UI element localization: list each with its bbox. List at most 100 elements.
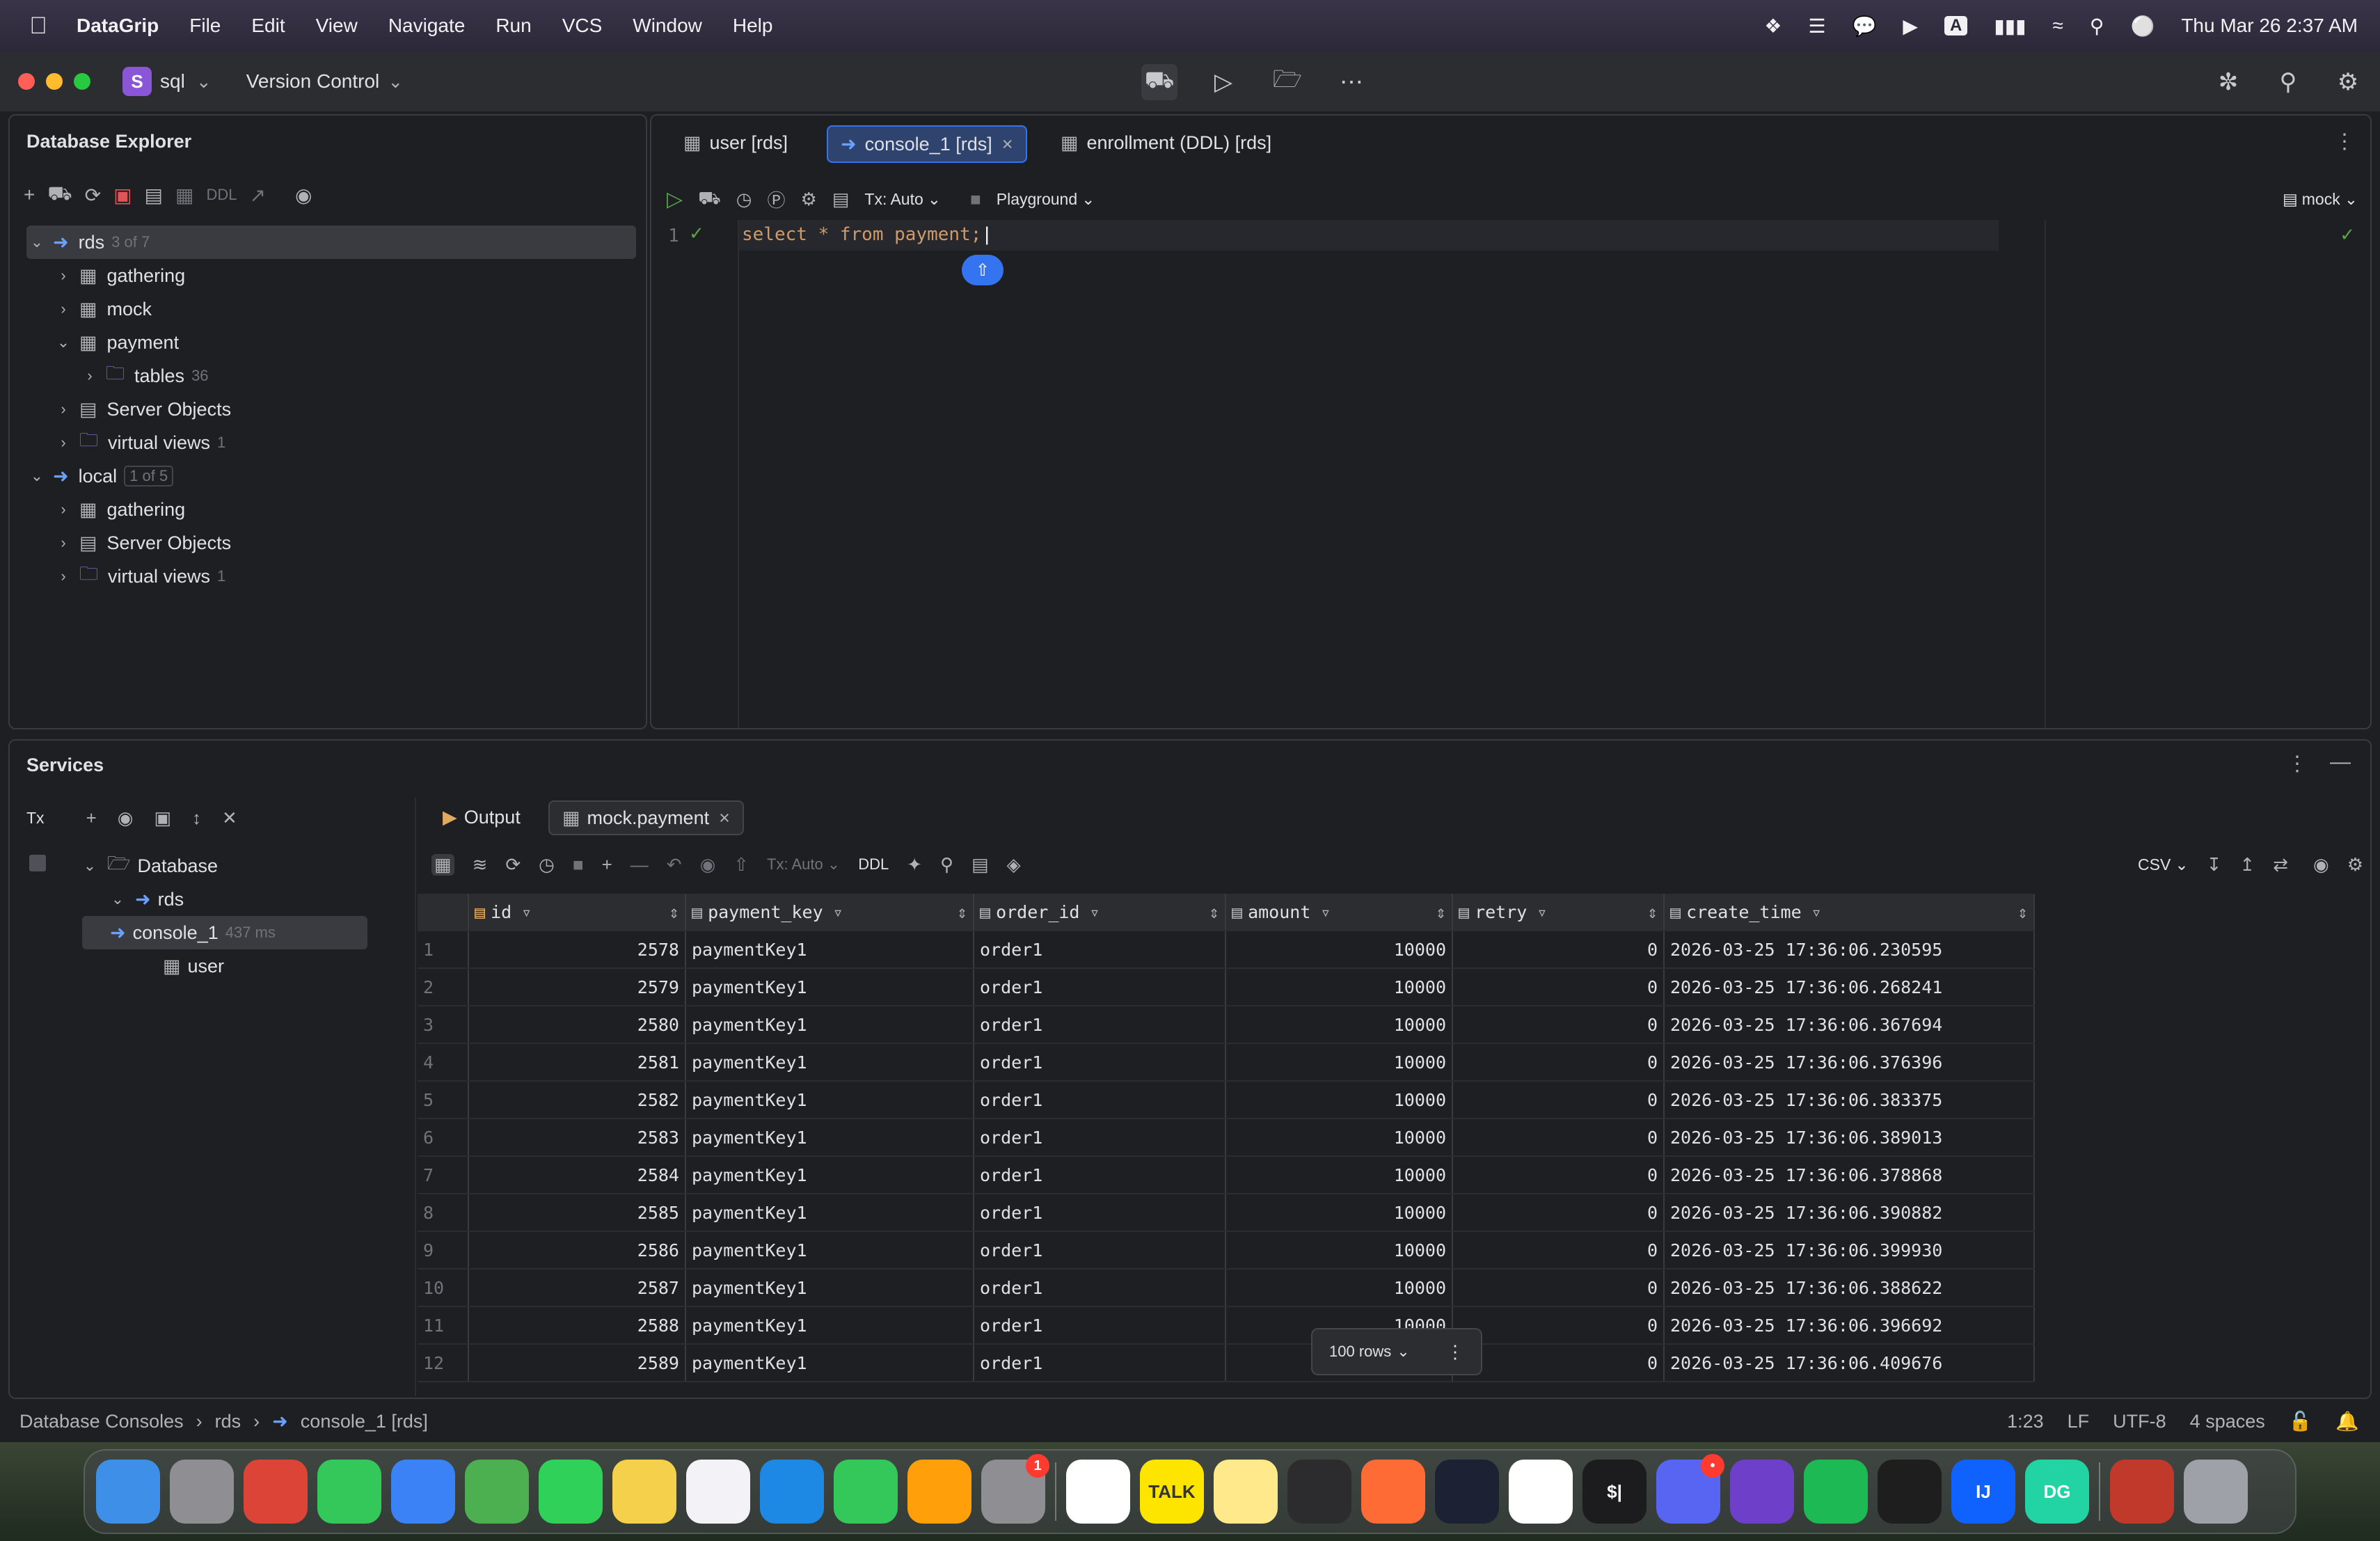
grid-settings-icon[interactable]: ⚙	[2347, 854, 2363, 876]
tree-node-payment[interactable]: ⌄ ▦ payment	[26, 326, 636, 359]
minimize-window-button[interactable]	[46, 73, 63, 90]
more-options-icon[interactable]: ⋯	[1333, 64, 1370, 100]
table-cell[interactable]: 2583	[468, 1119, 686, 1157]
breadcrumb-item[interactable]: Database Consoles	[19, 1411, 184, 1432]
services-icon[interactable]: ▷	[1205, 64, 1241, 100]
history-icon[interactable]: ◷	[736, 189, 752, 210]
tree-node-gathering[interactable]: › ▦ gathering	[26, 259, 636, 292]
search-icon[interactable]: ⚲	[2270, 64, 2306, 100]
table-cell[interactable]: order1	[974, 968, 1226, 1006]
sort-icon[interactable]: ⇕	[1436, 902, 1446, 922]
table-cell[interactable]: order1	[974, 1006, 1226, 1044]
filter-icon[interactable]: ▿	[1537, 902, 1547, 922]
table-cell[interactable]: order1	[974, 1344, 1226, 1382]
view-options-icon[interactable]: ◉	[295, 184, 312, 207]
jump-to-icon[interactable]: ↗	[249, 184, 265, 207]
table-cell[interactable]: 2026-03-25 17:36:06.389013	[1664, 1119, 2035, 1157]
menu-window[interactable]: Window	[633, 15, 702, 37]
menu-navigate[interactable]: Navigate	[388, 15, 466, 37]
column-header-payment-key[interactable]: ▤ payment_key ▿ ⇕	[685, 894, 974, 931]
dock-app-notes-icon[interactable]	[612, 1460, 676, 1524]
table-cell[interactable]: 10000	[1225, 1156, 1453, 1194]
table-cell[interactable]: paymentKey1	[685, 1231, 974, 1270]
dock-app-preview-icon[interactable]	[2110, 1460, 2174, 1524]
dock-app-vs-code-icon[interactable]	[1509, 1460, 1573, 1524]
rows-count-popup[interactable]: 100 rows ⌄ ⋮	[1311, 1328, 1482, 1375]
table-cell[interactable]: order1	[974, 1269, 1226, 1307]
commit-icon[interactable]: Ⓟ	[767, 187, 785, 212]
preview-changes-icon[interactable]: ◉	[700, 854, 716, 876]
table-cell[interactable]: 2589	[468, 1344, 686, 1382]
tree-node-local[interactable]: ⌄ ➜ local 1 of 5	[26, 459, 636, 493]
column-header-id[interactable]: ▤ id ▿ ⇕	[468, 894, 686, 931]
tab-enrollment-ddl[interactable]: ▦ enrollment (DDL) [rds]	[1048, 125, 1284, 160]
disconnect-icon[interactable]: ▣	[113, 184, 132, 207]
table-cell[interactable]: 10000	[1225, 1119, 1453, 1157]
table-cell[interactable]: 2026-03-25 17:36:06.376396	[1664, 1043, 2035, 1082]
table-row[interactable]: 5 2582 paymentKey1 order1 10000 0 2026-03-25 1…	[418, 1081, 2035, 1119]
dock-app-pages-icon[interactable]	[907, 1460, 971, 1524]
filter-icon[interactable]: ▿	[1811, 902, 1822, 922]
table-cell[interactable]: order1	[974, 1306, 1226, 1345]
wifi-icon[interactable]: ≈	[2053, 15, 2063, 37]
revert-icon[interactable]: ↶	[667, 854, 682, 876]
table-cell[interactable]: paymentKey1	[685, 1006, 974, 1044]
tree-node-server-objects[interactable]: › ▤ Server Objects	[26, 526, 636, 560]
download-icon[interactable]: ↧	[2207, 854, 2222, 876]
figma-menubar-icon[interactable]: ❖	[1764, 15, 1782, 38]
menu-edit[interactable]: Edit	[251, 15, 285, 37]
explain-plan-icon[interactable]: ⛟	[698, 187, 721, 212]
filter-icon[interactable]: ▿	[833, 902, 843, 922]
table-cell[interactable]: paymentKey1	[685, 1306, 974, 1345]
table-cell[interactable]: paymentKey1	[685, 1156, 974, 1194]
table-cell[interactable]: 2585	[468, 1194, 686, 1232]
table-cell[interactable]: 2584	[468, 1156, 686, 1194]
column-header-retry[interactable]: ▤ retry ▿ ⇕	[1452, 894, 1665, 931]
spotlight-search-icon[interactable]: ⚲	[2090, 15, 2104, 38]
filter-icon[interactable]: ▿	[1089, 902, 1100, 922]
filter-icon[interactable]: ▿	[521, 902, 532, 922]
table-cell[interactable]: 10000	[1225, 1269, 1453, 1307]
tree-node-mock[interactable]: › ▦ mock	[26, 292, 636, 326]
service-node-database[interactable]: ⌄ 🗁 Database	[79, 849, 218, 883]
dock-app-system-settings-icon[interactable]: 1	[981, 1454, 1049, 1524]
tx-mode-selector[interactable]: Tx: Auto ⌄	[864, 190, 941, 209]
dock-app-figma-icon[interactable]	[1878, 1460, 1942, 1524]
battery-icon[interactable]: ▮▮▮	[1994, 15, 2026, 38]
table-cell[interactable]: 0	[1452, 1344, 1665, 1382]
list-menubar-icon[interactable]: ☰	[1808, 15, 1825, 38]
stop-icon[interactable]: ■	[573, 854, 584, 876]
service-node-rds[interactable]: ⌄ ➜ rds	[107, 883, 184, 916]
table-cell[interactable]: paymentKey1	[685, 931, 974, 969]
sort-icon[interactable]: ⇕	[957, 902, 967, 922]
filter-icon[interactable]: ▿	[1320, 902, 1331, 922]
output-layout-icon[interactable]: ▤	[832, 189, 850, 210]
version-control-selector[interactable]: Version Control ⌄	[246, 70, 406, 93]
table-icon[interactable]: ▦	[175, 184, 193, 207]
dock-app-pencil-icon[interactable]	[1361, 1460, 1425, 1524]
history-icon[interactable]: ◷	[539, 854, 555, 876]
submit-icon[interactable]: ⇧	[733, 854, 749, 876]
ai-fix-icon[interactable]: ◈	[1007, 854, 1021, 876]
table-cell[interactable]: 2026-03-25 17:36:06.230595	[1664, 931, 2035, 969]
pin-icon[interactable]: ✦	[907, 854, 922, 876]
notifications-bell-icon[interactable]: 🔔	[2335, 1410, 2359, 1432]
file-encoding[interactable]: UTF-8	[2113, 1411, 2166, 1432]
table-cell[interactable]: 10000	[1225, 1081, 1453, 1119]
chevron-down-icon[interactable]: ⌄	[107, 890, 128, 908]
service-node-user[interactable]: ▦ user	[135, 949, 224, 983]
table-cell[interactable]: 2026-03-25 17:36:06.383375	[1664, 1081, 2035, 1119]
table-cell[interactable]: order1	[974, 1231, 1226, 1270]
dock-app-datagrip-icon[interactable]: DG	[2025, 1460, 2089, 1524]
dock-app-chatgpt-icon[interactable]	[1435, 1460, 1499, 1524]
apple-menu-icon[interactable]: 	[0, 13, 77, 40]
chevron-down-icon[interactable]: ⌄	[26, 467, 47, 485]
chevron-down-icon[interactable]: ⌄	[26, 233, 47, 251]
input-source-indicator[interactable]: A	[1944, 16, 1968, 35]
table-cell[interactable]: paymentKey1	[685, 1119, 974, 1157]
table-cell[interactable]: 0	[1452, 1231, 1665, 1270]
table-row[interactable]: 122589paymentKey1order11000002026-03-25 …	[418, 1344, 2035, 1382]
table-cell[interactable]: 2580	[468, 1006, 686, 1044]
play-menubar-icon[interactable]: ▶	[1903, 15, 1918, 38]
dock-app-numbers-icon[interactable]	[834, 1460, 898, 1524]
